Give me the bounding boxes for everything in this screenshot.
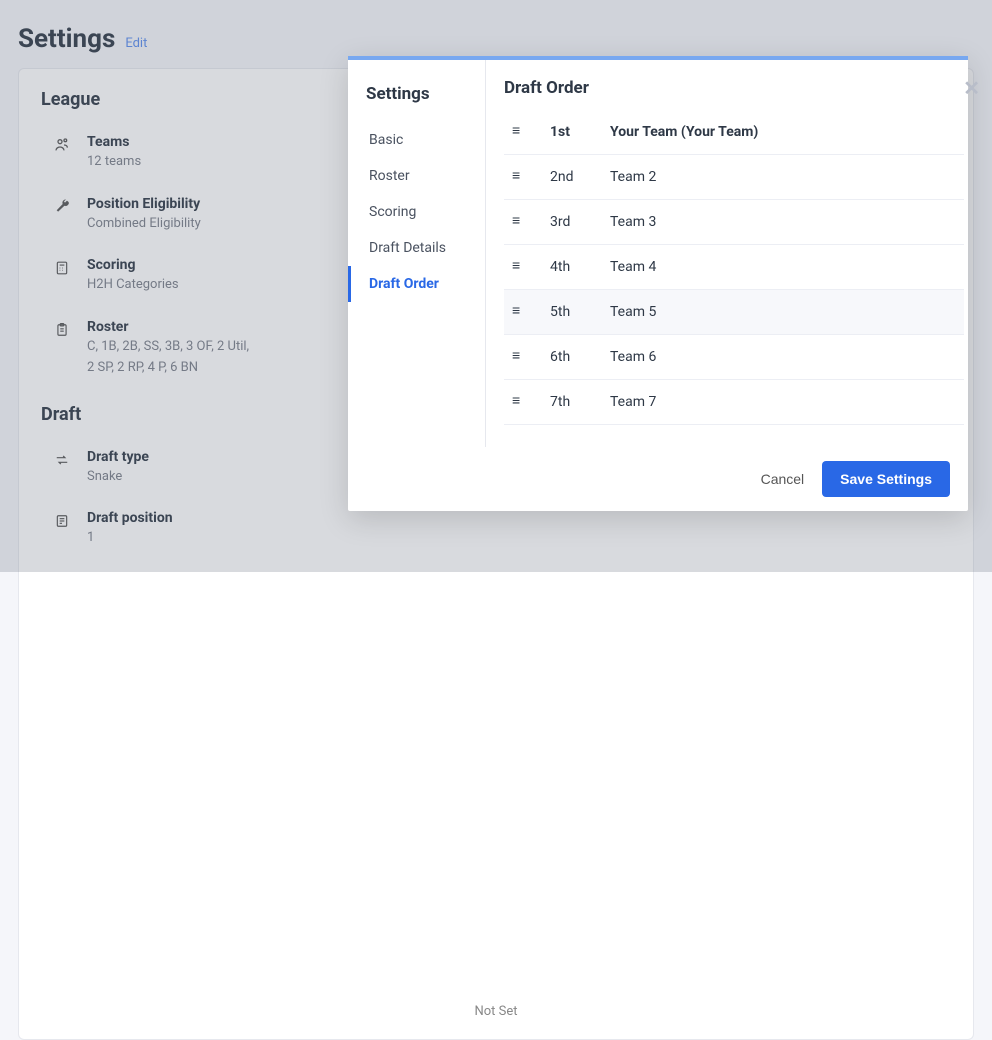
order-row[interactable]: ≡ 6th Team 6 [504,335,964,380]
settings-modal: Settings Basic Roster Scoring Draft Deta… [348,56,968,511]
modal-main-title: Draft Order [504,78,968,98]
order-team: Team 7 [610,394,656,410]
drag-handle-icon[interactable]: ≡ [512,172,526,182]
modal-sidebar-title: Settings [348,78,485,122]
drag-handle-icon[interactable]: ≡ [512,217,526,227]
not-set-text: Not Set [41,1004,951,1019]
modal-footer: Cancel Save Settings [348,447,968,511]
nav-draft-order[interactable]: Draft Order [348,266,485,302]
order-position: 4th [550,259,586,275]
order-row[interactable]: ≡ 3rd Team 3 [504,200,964,245]
save-settings-button[interactable]: Save Settings [822,461,950,497]
nav-scoring[interactable]: Scoring [348,194,485,230]
order-position: 5th [550,304,586,320]
drag-handle-icon[interactable]: ≡ [512,352,526,362]
order-position: 6th [550,349,586,365]
order-position: 7th [550,394,586,410]
order-position: 1st [550,124,586,140]
order-row[interactable]: ≡ 7th Team 7 [504,380,964,425]
close-icon[interactable]: ✕ [963,76,980,100]
order-team: Team 3 [610,214,656,230]
drag-handle-icon[interactable]: ≡ [512,397,526,407]
order-row[interactable]: ≡ 5th Team 5 [504,290,964,335]
order-team: Team 5 [610,304,656,320]
nav-basic[interactable]: Basic [348,122,485,158]
modal-body: Settings Basic Roster Scoring Draft Deta… [348,60,968,447]
order-team: Your Team (Your Team) [610,124,758,140]
drag-handle-icon[interactable]: ≡ [512,127,526,137]
modal-main: Draft Order ≡ 1st Your Team (Your Team) … [486,60,968,447]
drag-handle-icon[interactable]: ≡ [512,262,526,272]
order-team: Team 6 [610,349,656,365]
draft-order-list[interactable]: ≡ 1st Your Team (Your Team) ≡ 2nd Team 2… [504,110,968,447]
order-team: Team 4 [610,259,656,275]
nav-draft-details[interactable]: Draft Details [348,230,485,266]
drag-handle-icon[interactable]: ≡ [512,307,526,317]
order-row[interactable]: ≡ 2nd Team 2 [504,155,964,200]
order-team: Team 2 [610,169,656,185]
cancel-button[interactable]: Cancel [761,471,805,487]
nav-roster[interactable]: Roster [348,158,485,194]
order-position: 3rd [550,214,586,230]
order-row[interactable]: ≡ 4th Team 4 [504,245,964,290]
order-position: 2nd [550,169,586,185]
modal-sidebar: Settings Basic Roster Scoring Draft Deta… [348,60,486,447]
order-row[interactable]: ≡ 1st Your Team (Your Team) [504,110,964,155]
